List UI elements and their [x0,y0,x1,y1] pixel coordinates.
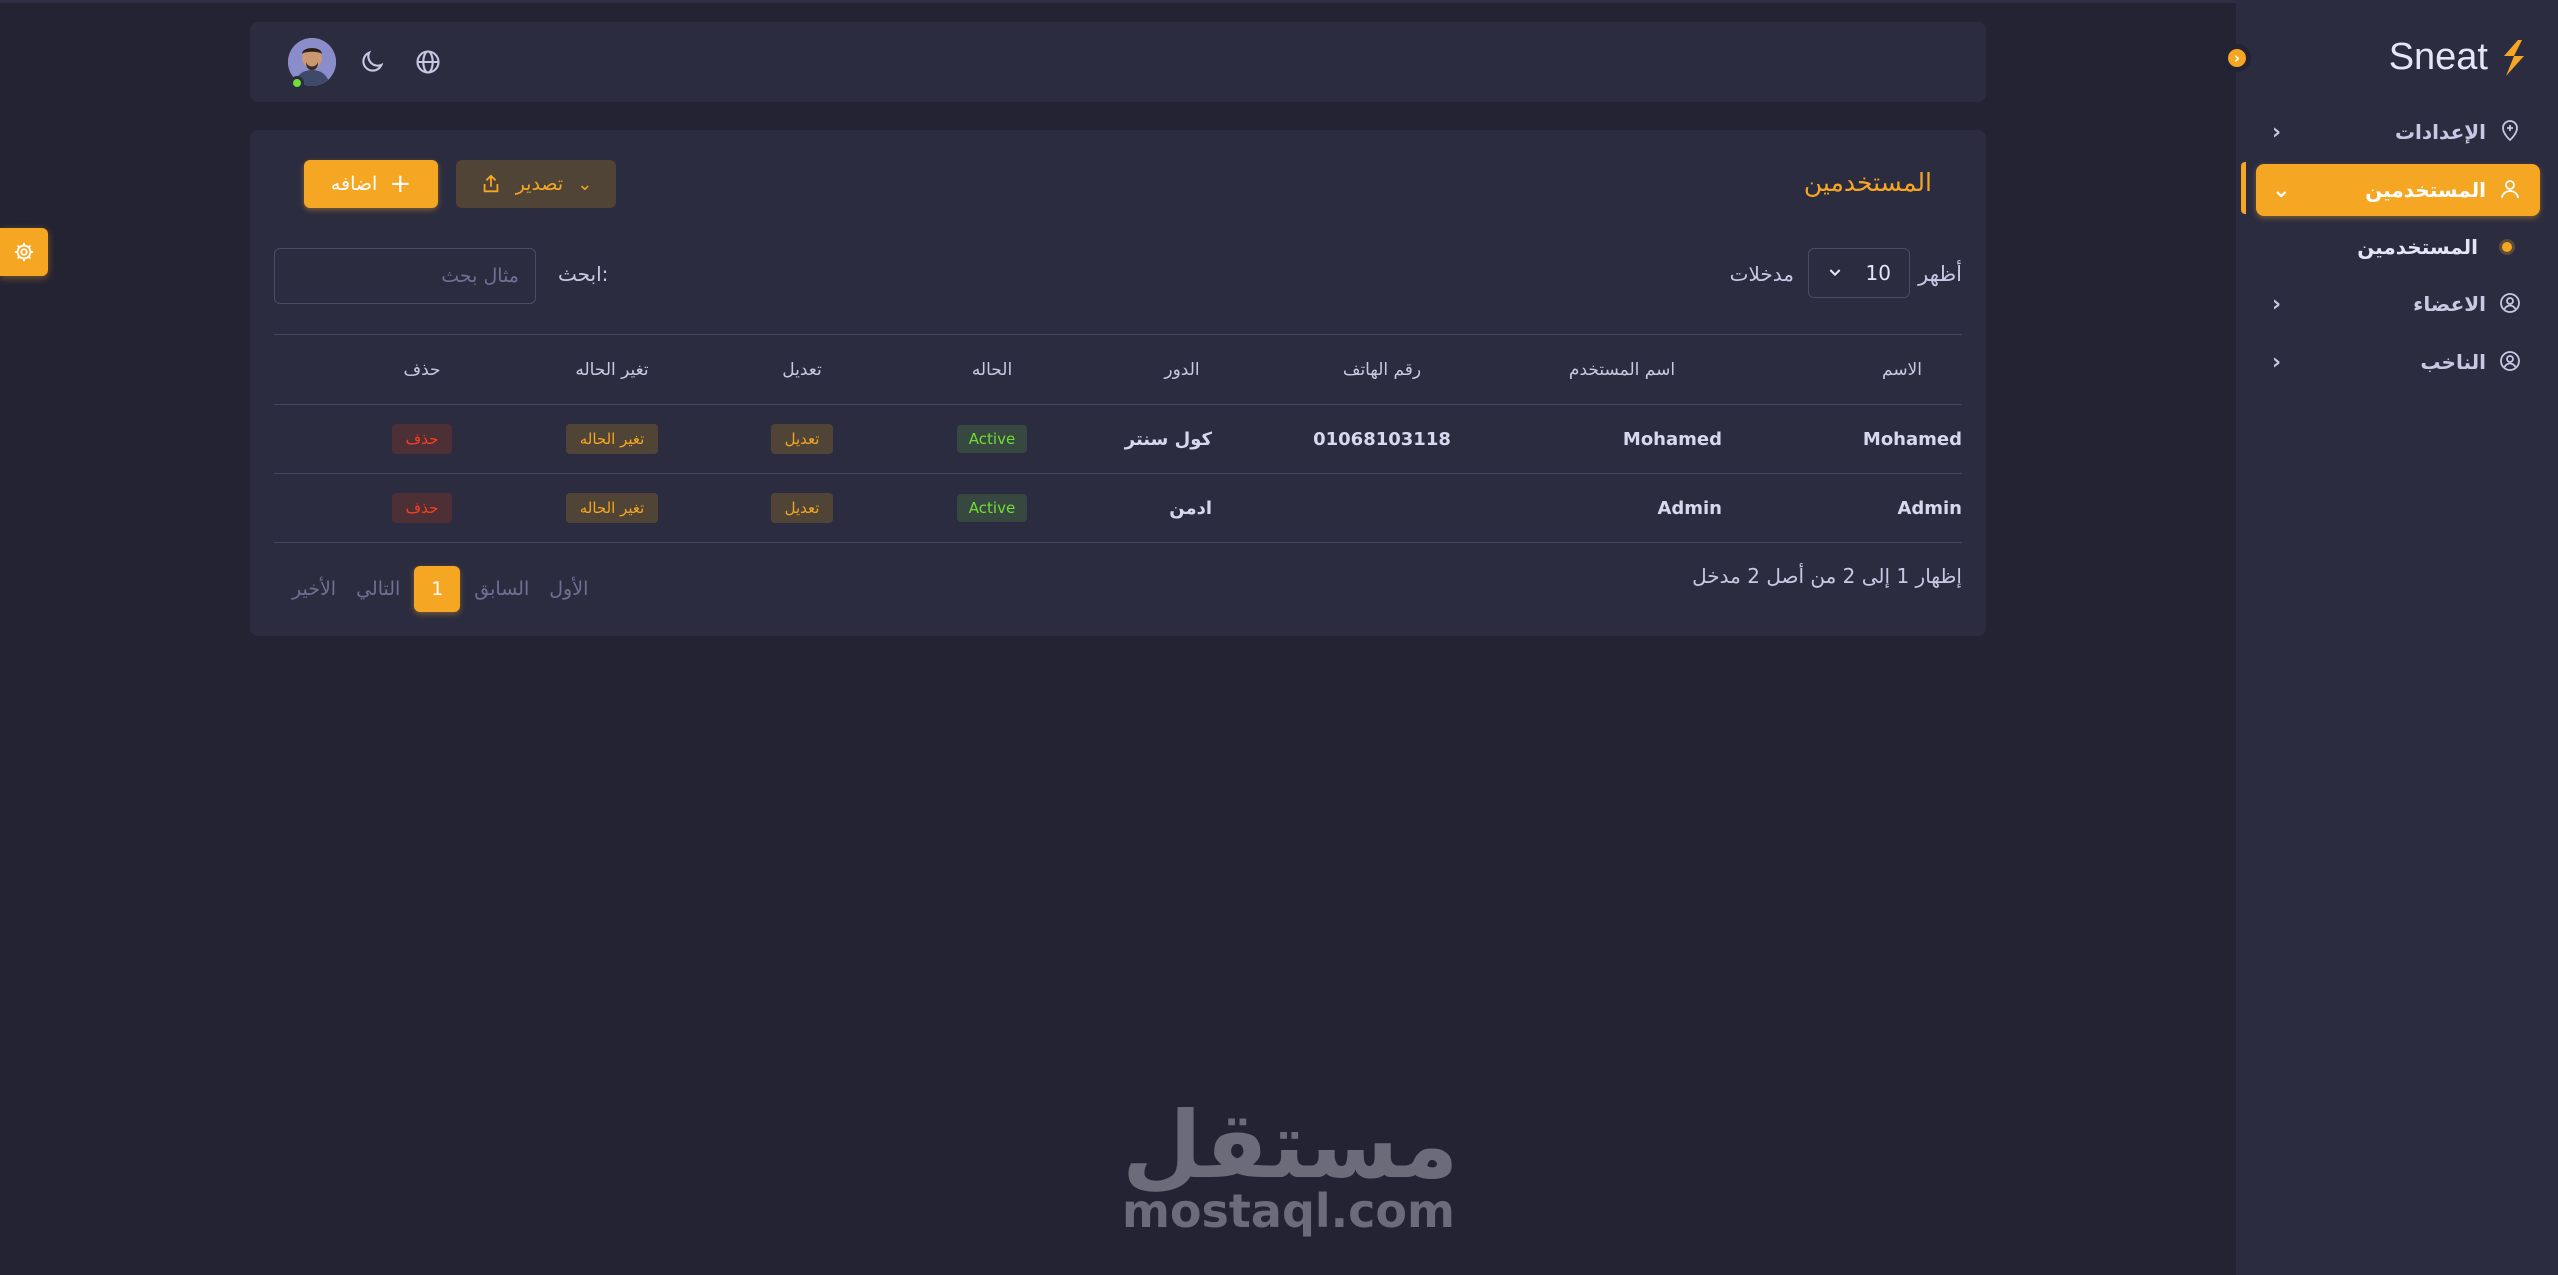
cell-phone: 01068103118 [1313,428,1451,450]
cell-edit: تعديل [722,474,882,542]
pagination: الأخير التالي 1 السابق الأول [286,566,594,612]
table-info: إظهار 1 إلى 2 من أصل 2 مدخل [1692,564,1962,588]
sidebar-menu: الإعدادات › المستخدمين ⌄ المستخدمين الاع… [2256,106,2540,394]
header-edit[interactable]: تعديل [722,335,882,404]
user-circle-icon [2498,349,2524,375]
delete-button[interactable]: حذف [391,424,453,454]
cell-name: Mohamed [1862,428,1962,450]
entries-label: مدخلات [1729,262,1794,286]
sidebar-subitem-users[interactable]: المستخدمين [2256,222,2540,272]
status-badge: Active [956,425,1028,453]
table-row: Mohamed Mohamed 01068103118 كول سنتر Act… [274,405,1962,474]
chevron-down-icon [1827,261,1843,285]
plus-icon: + [389,169,412,199]
sidebar-item-label: الاعضاء [2413,292,2486,316]
cell-role: كول سنتر [1124,428,1212,450]
header-delete[interactable]: حذف [342,335,502,404]
chevron-right-icon: › [2272,119,2282,145]
pagination-current[interactable]: 1 [414,566,461,612]
users-card: المستخدمين تصدير ⌄ اضافه + أظهر 10 مدخلا… [250,130,1986,636]
sidebar-subitem-label: المستخدمين [2357,235,2478,259]
export-label: تصدير [515,173,564,195]
pagination-next[interactable]: التالي [350,566,406,612]
add-button[interactable]: اضافه + [304,160,438,208]
cell-phone [1262,474,1502,542]
edit-button[interactable]: تعديل [770,424,834,454]
pagination-previous[interactable]: السابق [468,566,535,612]
sidebar-item-members[interactable]: الاعضاء › [2256,278,2540,330]
cell-status: Active [902,405,1082,473]
chevron-right-icon: › [2272,349,2282,375]
active-menu-marker [2241,162,2246,214]
cell-role: ادمن [1169,497,1212,519]
sidebar-collapse-button[interactable]: › [2223,44,2251,72]
cell-change-status: تغير الحاله [502,474,722,542]
watermark-arabic: مستقل [1122,1092,1459,1199]
header-status[interactable]: الحاله [902,335,1082,404]
user-icon [2498,177,2524,203]
export-button[interactable]: تصدير ⌄ [456,160,616,208]
chevron-down-icon: ⌄ [2272,177,2291,203]
top-border [0,0,2236,3]
user-circle-icon [2498,291,2524,317]
add-label: اضافه [330,173,378,195]
active-dot [2502,242,2512,252]
sidebar-item-label: المستخدمين [2365,178,2486,202]
entries-value: 10 [1865,261,1891,285]
brand[interactable]: Sneat [2389,36,2528,79]
watermark: مستقل mostaql.com [1122,1092,1459,1238]
users-table: الاسم اسم المستخدم رقم الهاتف الدور الحا… [274,334,1962,543]
status-badge: Active [956,494,1028,522]
pagination-last[interactable]: الأخير [286,566,342,612]
header-change-status[interactable]: تغير الحاله [502,335,722,404]
cell-username: Admin [1657,497,1722,519]
table-header-row: الاسم اسم المستخدم رقم الهاتف الدور الحا… [274,335,1962,405]
sidebar-item-label: الإعدادات [2394,120,2486,144]
header-role[interactable]: الدور [1102,335,1262,404]
chevron-down-icon: ⌄ [577,173,593,195]
cell-delete: حذف [342,405,502,473]
brand-name: Sneat [2388,36,2488,78]
table-row: Admin Admin ادمن Active تعديل تغير الحال… [274,474,1962,543]
search-input[interactable] [274,248,536,304]
change-status-button[interactable]: تغير الحاله [565,493,659,523]
sidebar-item-users[interactable]: المستخدمين ⌄ [2256,164,2540,216]
pagination-first[interactable]: الأول [543,566,594,612]
sidebar-item-voters[interactable]: الناخب › [2256,336,2540,388]
search-label: ابحث: [558,262,609,286]
customizer-toggle[interactable] [0,228,48,276]
chevron-right-icon: › [2272,291,2282,317]
sidebar-item-label: الناخب [2420,350,2486,374]
change-status-button[interactable]: تغير الحاله [565,424,659,454]
cell-change-status: تغير الحاله [502,405,722,473]
dark-mode-moon-icon[interactable] [358,48,386,76]
cell-name: Admin [1897,497,1962,519]
sidebar-item-settings[interactable]: الإعدادات › [2256,106,2540,158]
edit-button[interactable]: تعديل [770,493,834,523]
header-username[interactable]: اسم المستخدم [1502,335,1742,404]
sidebar: › Sneat الإعدادات › المستخدمين ⌄ المستخد… [2223,0,2558,1275]
header-name[interactable]: الاسم [1842,335,1962,404]
top-navbar [250,22,1986,102]
cell-status: Active [902,474,1082,542]
location-pin-icon [2498,119,2524,145]
cell-edit: تعديل [722,405,882,473]
show-label: أظهر [1918,262,1962,286]
cell-username: Mohamed [1622,428,1722,450]
header-phone[interactable]: رقم الهاتف [1262,335,1502,404]
gear-icon [14,242,34,262]
chevron-right-icon: › [2233,48,2241,67]
language-globe-icon[interactable] [414,48,442,76]
page-title: المستخدمين [1803,168,1932,197]
online-status-dot [290,76,304,90]
sneat-logo-icon [2504,39,2524,76]
delete-button[interactable]: حذف [391,493,453,523]
cell-delete: حذف [342,474,502,542]
watermark-latin: mostaql.com [1122,1184,1455,1238]
entries-select[interactable]: 10 [1808,248,1910,298]
share-upload-icon [483,174,499,193]
